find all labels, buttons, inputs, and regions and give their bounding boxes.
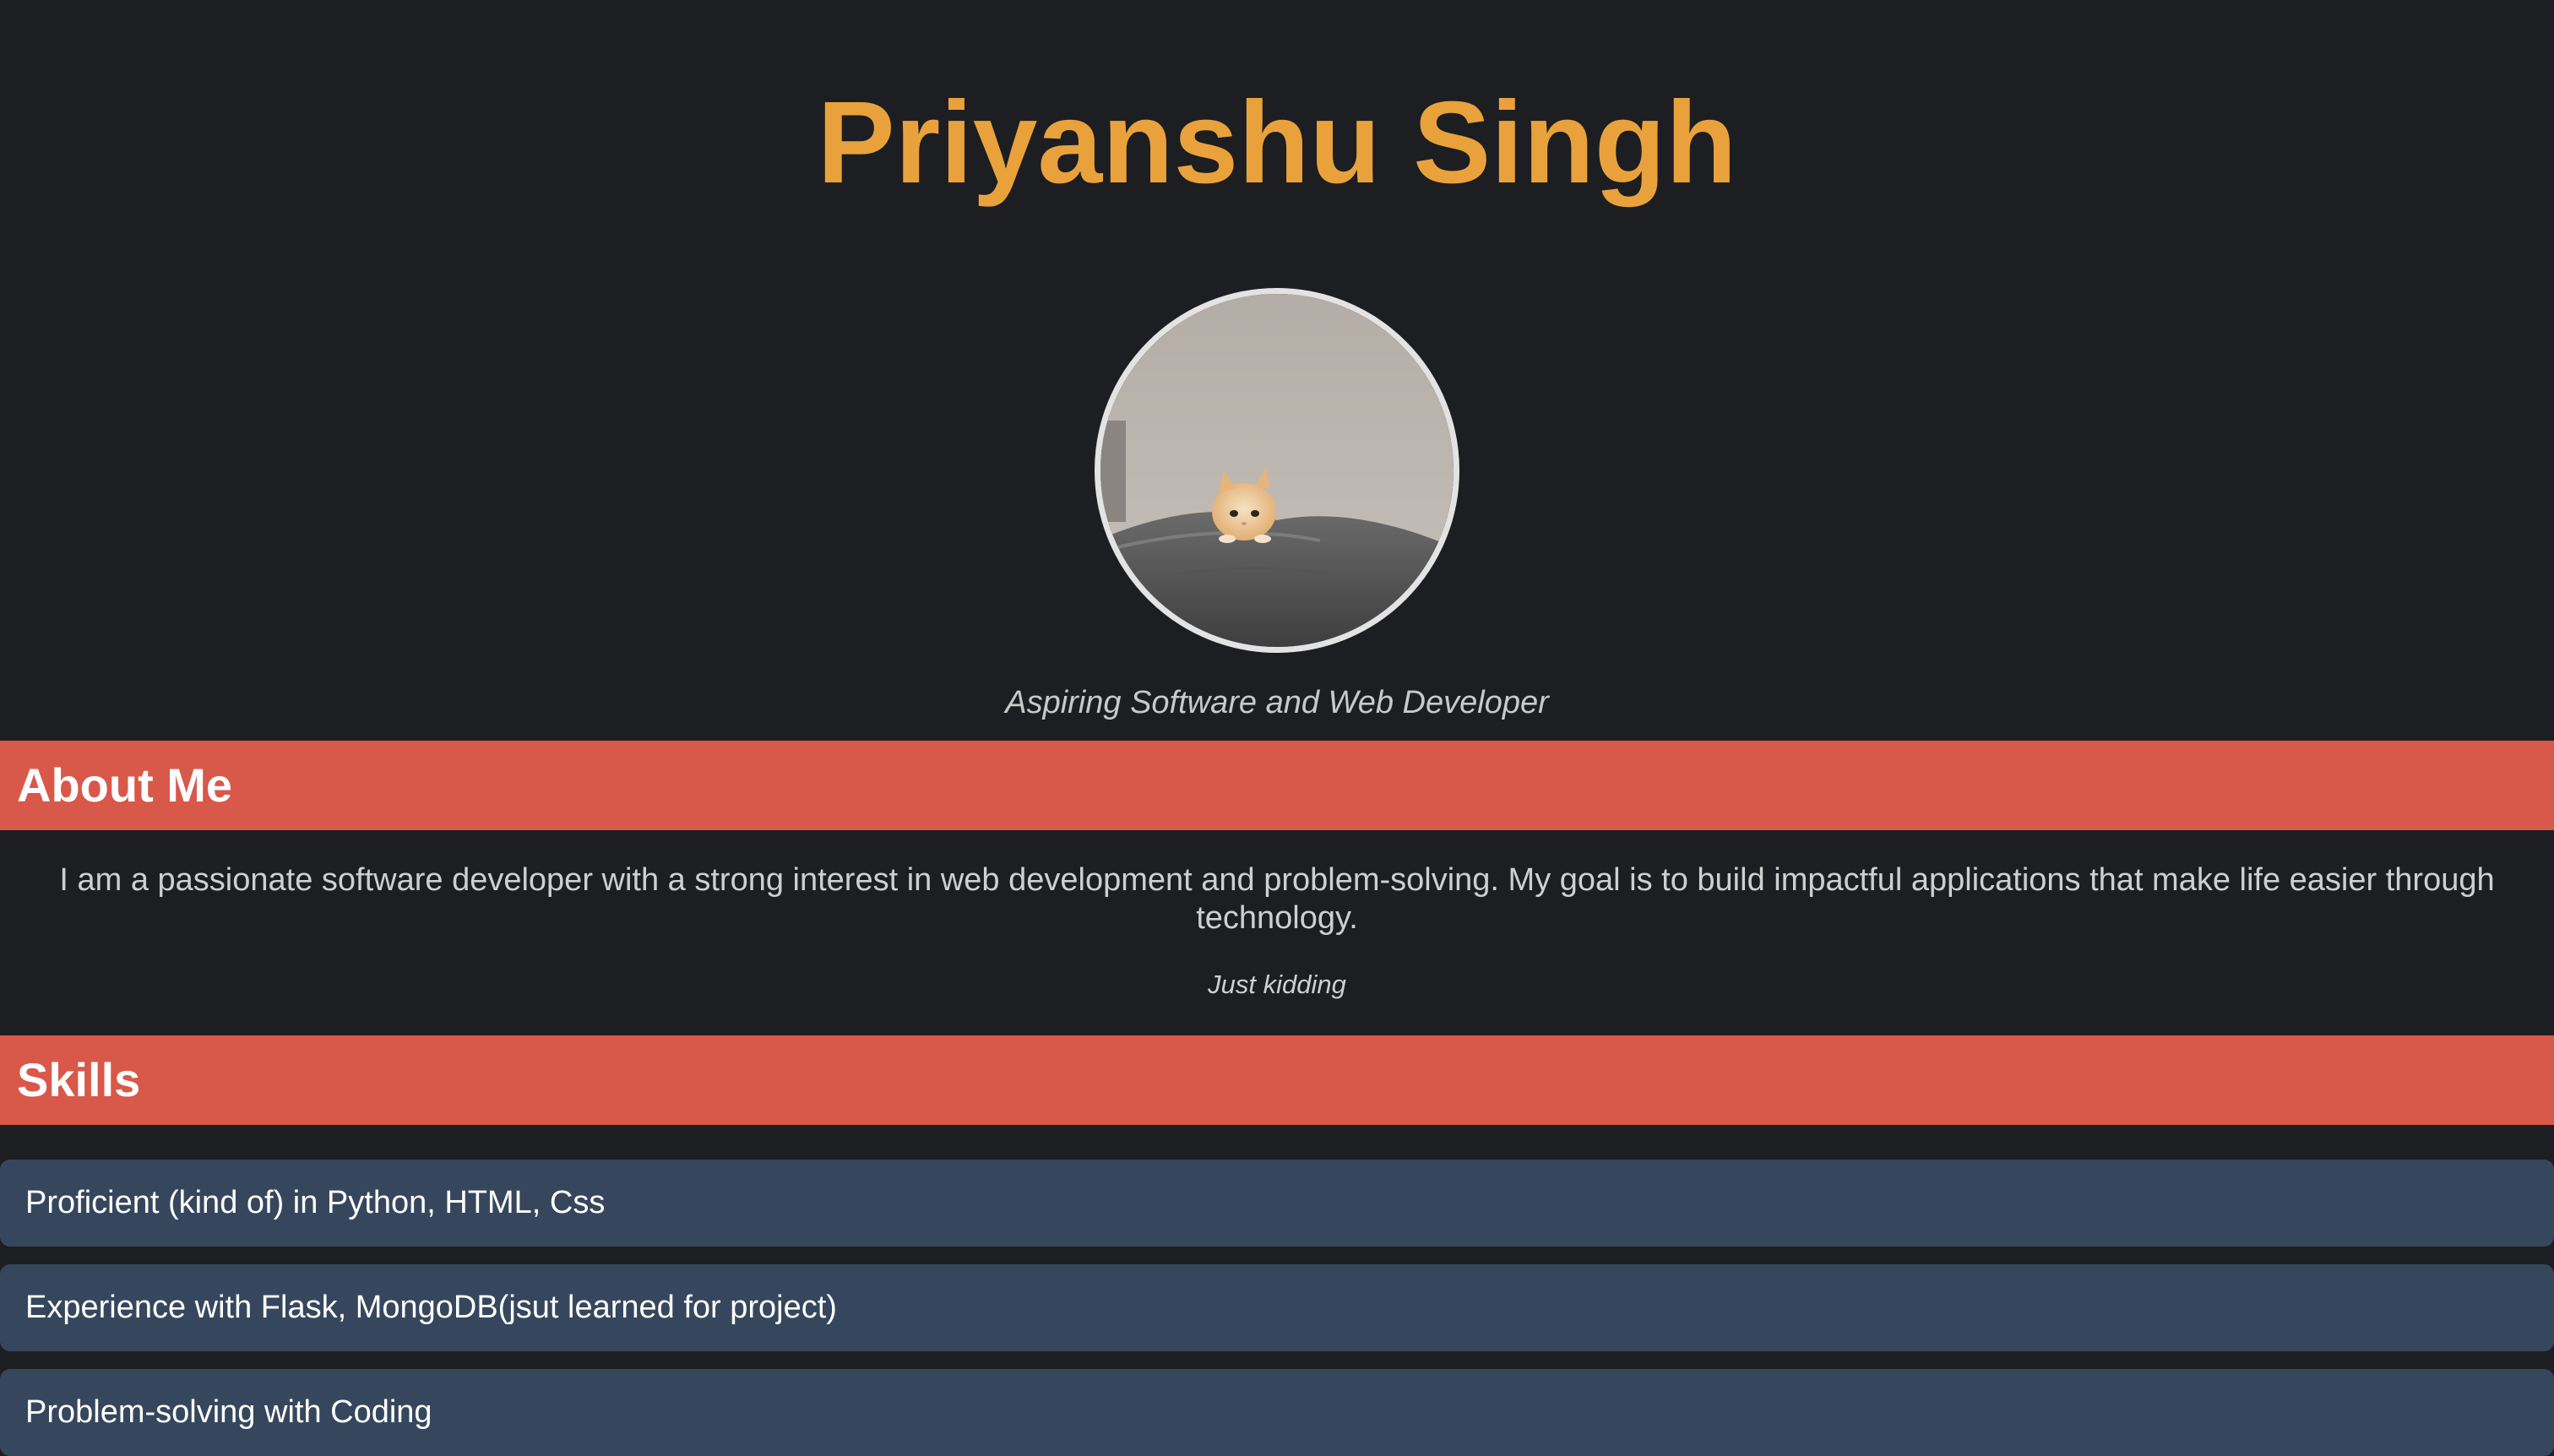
- about-me-note: Just kidding: [1208, 970, 1346, 999]
- about-me-text: I am a passionate software developer wit…: [59, 862, 2495, 936]
- profile-header: Priyanshu Singh Aspiring Software and We…: [0, 0, 2554, 721]
- kitten-photo-icon: [1100, 294, 1454, 647]
- skill-card: Problem-solving with Coding: [0, 1369, 2554, 1456]
- skill-card: Proficient (kind of) in Python, HTML, Cs…: [0, 1160, 2554, 1247]
- skills-heading: Skills: [0, 1035, 2554, 1125]
- avatar: [1095, 288, 1459, 653]
- page-title: Priyanshu Singh: [817, 78, 1737, 208]
- about-me-heading: About Me: [0, 741, 2554, 830]
- skill-card: Experience with Flask, MongoDB(jsut lear…: [0, 1264, 2554, 1351]
- tagline: Aspiring Software and Web Developer: [1005, 685, 1549, 720]
